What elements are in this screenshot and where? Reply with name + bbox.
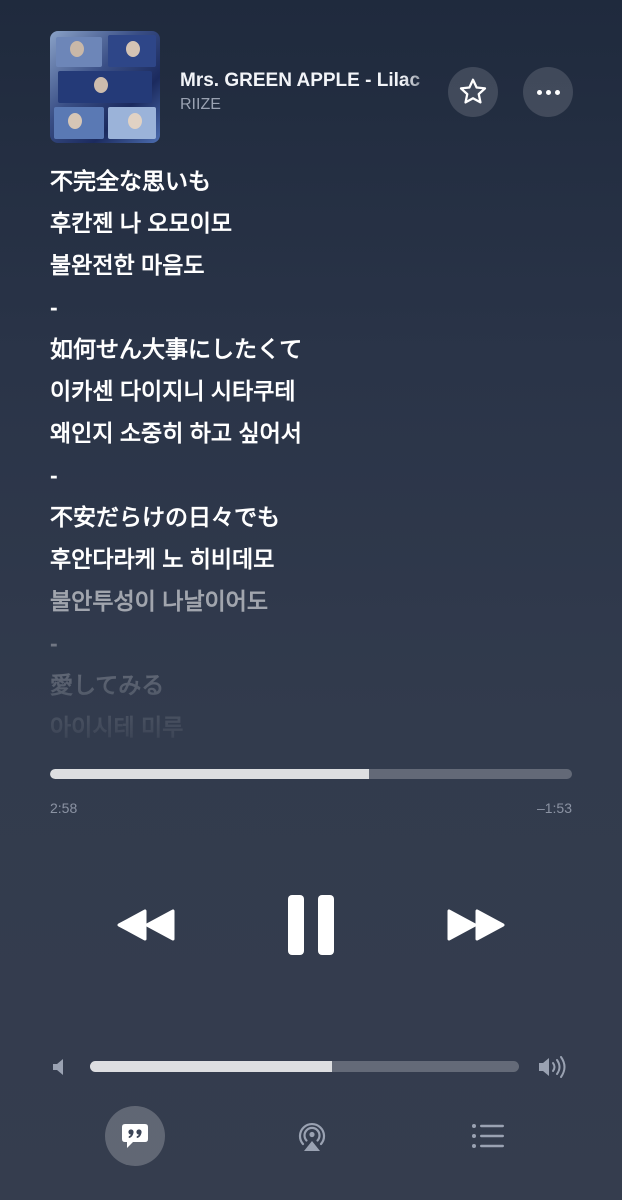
- lyric-line[interactable]: 如何せん大事にしたくて: [50, 328, 590, 370]
- lyric-line[interactable]: 왜인지 소중히 하고 싶어서: [50, 412, 590, 454]
- fast-forward-icon: [447, 909, 505, 941]
- lyric-line[interactable]: 不完全な思いも: [50, 160, 590, 202]
- volume-low-icon: [53, 1059, 63, 1075]
- fast-forward-button[interactable]: [440, 895, 512, 955]
- lyrics-view[interactable]: 不完全な思いも 후칸젠 나 오모이모 불완전한 마음도 - 如何せん大事にしたく…: [50, 160, 590, 760]
- lyric-line[interactable]: 不安だらけの日々でも: [50, 496, 590, 538]
- pause-icon: [288, 895, 334, 955]
- more-options-button[interactable]: [523, 67, 573, 117]
- favorite-button[interactable]: [448, 67, 498, 117]
- lyric-line[interactable]: 불안투성이 나날이어도: [50, 580, 590, 622]
- lyric-line[interactable]: 이카센 다이지니 시타쿠테: [50, 370, 590, 412]
- lyrics-toggle-button[interactable]: [105, 1106, 165, 1166]
- lyric-line[interactable]: 불완전한 마음도: [50, 244, 590, 286]
- lyric-line[interactable]: 아이시테 미루: [50, 706, 590, 748]
- airplay-button[interactable]: [290, 1116, 334, 1156]
- lyric-line[interactable]: 愛してみる: [50, 664, 590, 706]
- lyric-line[interactable]: -: [50, 622, 590, 664]
- lyric-line[interactable]: 사랑해보는 거야: [50, 748, 590, 760]
- elapsed-time: 2:58: [50, 800, 78, 816]
- lyric-line[interactable]: -: [50, 286, 590, 328]
- lyric-line[interactable]: 후안다라케 노 히비데모: [50, 538, 590, 580]
- track-artist[interactable]: RIIZE: [180, 96, 221, 114]
- queue-button[interactable]: [466, 1116, 510, 1156]
- volume-slider[interactable]: [90, 1061, 519, 1072]
- rewind-icon: [117, 909, 175, 941]
- playback-progress-fill: [50, 769, 370, 779]
- pause-button[interactable]: [276, 885, 346, 965]
- ellipsis-icon: [536, 89, 560, 95]
- track-title[interactable]: Mrs. GREEN APPLE - Lilac: [180, 70, 442, 92]
- quote-bubble-icon: [122, 1124, 148, 1148]
- remaining-time: –1:53: [536, 800, 572, 816]
- volume-high-icon: [539, 1056, 566, 1078]
- lyric-line[interactable]: 후칸젠 나 오모이모: [50, 202, 590, 244]
- star-icon: [459, 78, 487, 104]
- volume-level-fill: [90, 1061, 333, 1072]
- list-bullets-icon: [472, 1124, 504, 1148]
- album-artwork[interactable]: [50, 31, 160, 143]
- lyric-line[interactable]: -: [50, 454, 590, 496]
- now-playing-header: Mrs. GREEN APPLE - Lilac RIIZE: [0, 0, 622, 150]
- airplay-icon: [298, 1122, 326, 1151]
- playback-scrubber[interactable]: [50, 769, 572, 779]
- rewind-button[interactable]: [110, 895, 182, 955]
